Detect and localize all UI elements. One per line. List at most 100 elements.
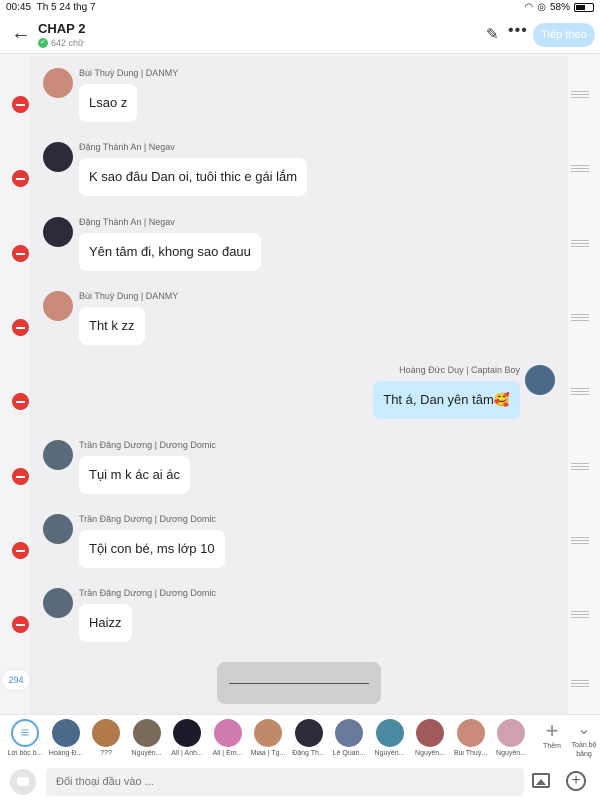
character-label: Miaa | Tg...	[250, 750, 286, 757]
image-icon[interactable]	[532, 773, 550, 788]
reorder-grip-icon[interactable]	[571, 165, 589, 173]
delete-message-icon[interactable]	[12, 244, 29, 262]
character-avatar	[132, 719, 161, 747]
avatar[interactable]	[43, 142, 73, 173]
character-chip[interactable]: Hoàng Đ...	[46, 719, 86, 757]
character-avatar	[51, 719, 80, 747]
delete-message-icon[interactable]	[12, 541, 29, 559]
character-avatar	[497, 719, 525, 747]
message-row: Bùi Thuỳ Dung | DANMY Tht k zz	[0, 289, 568, 363]
character-chip[interactable]: ???	[86, 719, 126, 757]
message-bubble[interactable]: Tụi m k ác ai ác	[79, 455, 191, 494]
add-character-button[interactable]: + Thêm	[537, 718, 567, 751]
character-avatar	[173, 719, 201, 747]
avatar[interactable]	[43, 588, 73, 619]
character-chip[interactable]: Bùi Thuỳ...	[451, 719, 491, 757]
status-time: 00:45	[6, 2, 32, 13]
message-row: Trần Đăng Dương | Dương Domic Tụi m k ác …	[0, 438, 568, 512]
chapter-header: ← CHAP 2 ✓ 642 chữ ✎ ••• Tiếp theo	[0, 16, 600, 54]
delete-message-icon[interactable]	[12, 318, 29, 336]
character-label: Đặng Th...	[292, 750, 325, 757]
character-avatar	[456, 719, 485, 747]
delete-message-icon[interactable]	[12, 170, 29, 188]
dialogue-input[interactable]	[46, 768, 524, 796]
chevron-down-icon: ⌄	[577, 721, 591, 738]
character-label: Nguyễn...	[374, 750, 405, 757]
message-row: Đặng Thành An | Negav Yên tâm đi, khong s…	[0, 215, 568, 289]
character-chip[interactable]: Nguyễn...	[370, 719, 410, 757]
avatar[interactable]	[43, 513, 73, 544]
character-chip[interactable]: All | Anh...	[167, 719, 207, 757]
message-bubble[interactable]: Tht á, Dan yên tâm🥰	[373, 381, 520, 420]
reorder-grip-icon[interactable]	[571, 611, 589, 619]
message-count-badge[interactable]: 294	[2, 670, 30, 690]
avatar[interactable]	[525, 365, 555, 396]
more-options-icon[interactable]: •••	[508, 22, 528, 40]
check-icon: ✓	[38, 38, 48, 48]
message-bubble[interactable]: Haizz	[79, 604, 132, 643]
battery-icon	[574, 3, 594, 12]
sender-name: Hoàng Đức Duy | Captain Boy	[399, 365, 520, 376]
character-chip[interactable]: Nguyễn...	[491, 719, 531, 757]
show-all-button[interactable]: ⌄ Toàn bộ băng	[568, 719, 600, 759]
avatar[interactable]	[43, 439, 73, 470]
back-arrow-icon[interactable]: ←	[10, 22, 32, 46]
character-chip[interactable]: Đặng Th...	[289, 719, 329, 757]
delete-message-icon[interactable]	[12, 96, 29, 113]
avatar[interactable]	[43, 290, 73, 321]
message-bubble[interactable]: Yên tâm đi, khong sao đauu	[79, 232, 261, 271]
add-label: Thêm	[543, 743, 561, 750]
sender-name: Đặng Thành An | Negav	[79, 216, 175, 227]
next-button[interactable]: Tiếp theo	[533, 23, 595, 47]
message-row: Trần Đăng Dương | Dương Domic Haizz	[0, 586, 568, 660]
character-chip[interactable]: Nguyễn...	[127, 719, 167, 757]
status-date: Th 5 24 thg 7	[36, 2, 96, 13]
narrator-icon	[11, 719, 39, 747]
wifi-icon: ◠	[524, 2, 534, 13]
reorder-grip-icon[interactable]	[571, 239, 589, 247]
message-bubble[interactable]: K sao đâu Dan oi, tuôi thic e gái lắm	[79, 158, 308, 197]
character-avatar	[294, 719, 323, 747]
chat-bubble-icon[interactable]	[10, 769, 36, 795]
reorder-grip-icon[interactable]	[571, 388, 589, 396]
message-row: Trần Đăng Dương | Dương Domic Tội con bé,…	[0, 512, 568, 586]
delete-message-icon[interactable]	[12, 393, 29, 411]
reorder-grip-icon[interactable]	[571, 536, 589, 544]
sender-name: Trần Đăng Dương | Dương Domic	[79, 513, 216, 524]
sender-name: Trần Đăng Dương | Dương Domic	[79, 588, 216, 599]
character-chip[interactable]: Miaa | Tg...	[248, 719, 288, 757]
sender-name: Đặng Thành An | Negav	[79, 142, 175, 153]
battery-fill	[576, 5, 586, 10]
sender-name: Trần Đăng Dương | Dương Domic	[79, 439, 216, 450]
character-avatar	[416, 719, 444, 747]
reorder-grip-icon[interactable]	[571, 680, 589, 687]
character-label: Nguyễn...	[131, 750, 162, 757]
message-bubble[interactable]: Lsao z	[79, 84, 138, 122]
plus-icon: +	[545, 718, 559, 743]
word-count: 642 chữ	[51, 38, 85, 48]
character-label: Bùi Thuỳ...	[453, 750, 488, 757]
message-bubble[interactable]: Tht k zz	[79, 306, 145, 345]
edit-pencil-icon[interactable]: ✎	[486, 25, 499, 43]
chapter-subtitle: ✓ 642 chữ	[38, 38, 84, 48]
reorder-grip-icon[interactable]	[571, 462, 589, 470]
character-label: Lê Quan...	[332, 750, 366, 757]
avatar[interactable]	[43, 68, 73, 98]
avatar[interactable]	[43, 216, 73, 247]
input-bar: +	[0, 764, 600, 800]
character-label: Hoàng Đ...	[48, 750, 83, 757]
delete-message-icon[interactable]	[12, 467, 29, 485]
character-label: Lời bốc b...	[7, 750, 43, 757]
character-chip[interactable]: Lê Quan...	[329, 719, 369, 757]
character-bar: Lời bốc b... Hoàng Đ...??? Nguyễn... All | …	[0, 714, 600, 764]
reorder-grip-icon[interactable]	[571, 313, 589, 321]
character-chip[interactable]: Nguyễn...	[410, 719, 450, 757]
drag-handle-pill[interactable]	[217, 662, 381, 704]
message-bubble[interactable]: Tội con bé, ms lớp 10	[79, 529, 225, 568]
add-circle-icon[interactable]: +	[566, 771, 586, 791]
reorder-grip-icon[interactable]	[571, 91, 589, 98]
narrator-chip[interactable]: Lời bốc b...	[5, 719, 45, 757]
delete-message-icon[interactable]	[12, 616, 29, 634]
character-label: ???	[100, 750, 112, 757]
character-chip[interactable]: All | Em...	[208, 719, 248, 757]
